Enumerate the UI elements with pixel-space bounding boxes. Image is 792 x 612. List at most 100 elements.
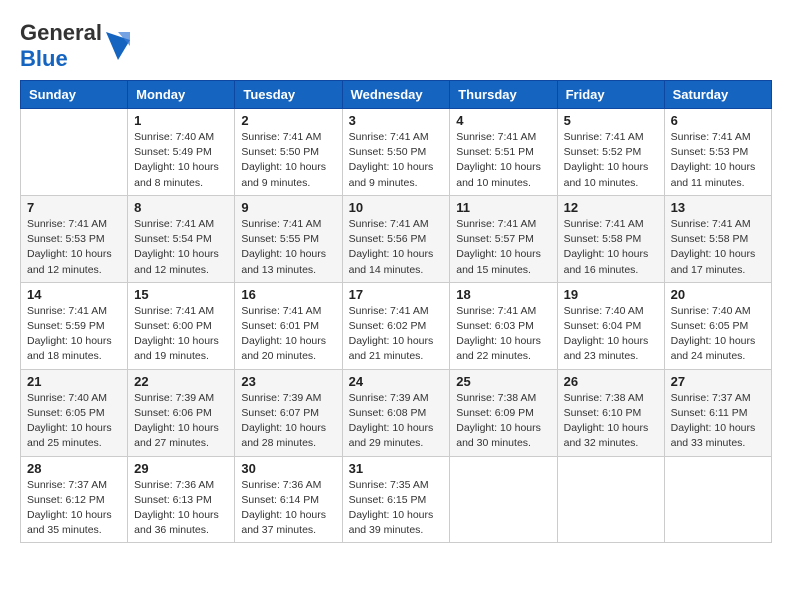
day-info: Sunrise: 7:41 AMSunset: 5:57 PMDaylight:… <box>456 217 550 278</box>
logo-blue: Blue <box>20 46 68 71</box>
day-number: 5 <box>564 113 658 128</box>
day-number: 8 <box>134 200 228 215</box>
day-number: 31 <box>349 461 444 476</box>
calendar-cell: 4Sunrise: 7:41 AMSunset: 5:51 PMDaylight… <box>450 109 557 196</box>
calendar-cell: 2 Sunrise: 7:41 AMSunset: 5:50 PMDaylight… <box>235 109 342 196</box>
day-number: 14 <box>27 287 121 302</box>
day-info: Sunrise: 7:41 AMSunset: 5:50 PMDaylight:… <box>349 130 444 191</box>
week-row-5: 28 Sunrise: 7:37 AMSunset: 6:12 PMDayligh… <box>21 456 772 543</box>
calendar-cell: 31 Sunrise: 7:35 AMSunset: 6:15 PMDayligh… <box>342 456 450 543</box>
calendar-cell: 22 Sunrise: 7:39 AMSunset: 6:06 PMDayligh… <box>128 369 235 456</box>
day-number: 23 <box>241 374 335 389</box>
calendar-cell: 7 Sunrise: 7:41 AMSunset: 5:53 PMDaylight… <box>21 195 128 282</box>
weekday-header-friday: Friday <box>557 81 664 109</box>
day-info: Sunrise: 7:39 AMSunset: 6:06 PMDaylight:… <box>134 391 228 452</box>
day-info: Sunrise: 7:41 AMSunset: 6:01 PMDaylight:… <box>241 304 335 365</box>
calendar-cell: 19 Sunrise: 7:40 AMSunset: 6:04 PMDayligh… <box>557 282 664 369</box>
calendar-cell: 8 Sunrise: 7:41 AMSunset: 5:54 PMDaylight… <box>128 195 235 282</box>
calendar-cell: 16 Sunrise: 7:41 AMSunset: 6:01 PMDayligh… <box>235 282 342 369</box>
day-info: Sunrise: 7:40 AMSunset: 5:49 PMDaylight:… <box>134 130 228 191</box>
calendar-cell: 24 Sunrise: 7:39 AMSunset: 6:08 PMDayligh… <box>342 369 450 456</box>
weekday-header-sunday: Sunday <box>21 81 128 109</box>
day-number: 9 <box>241 200 335 215</box>
calendar-cell: 27 Sunrise: 7:37 AMSunset: 6:11 PMDayligh… <box>664 369 771 456</box>
day-number: 27 <box>671 374 765 389</box>
day-number: 2 <box>241 113 335 128</box>
day-info: Sunrise: 7:41 AMSunset: 5:55 PMDaylight:… <box>241 217 335 278</box>
logo-triangle-icon <box>106 32 130 60</box>
week-row-3: 14 Sunrise: 7:41 AMSunset: 5:59 PMDayligh… <box>21 282 772 369</box>
calendar-cell: 18 Sunrise: 7:41 AMSunset: 6:03 PMDayligh… <box>450 282 557 369</box>
day-number: 13 <box>671 200 765 215</box>
day-number: 18 <box>456 287 550 302</box>
calendar-cell: 5 Sunrise: 7:41 AMSunset: 5:52 PMDaylight… <box>557 109 664 196</box>
calendar-cell: 28 Sunrise: 7:37 AMSunset: 6:12 PMDayligh… <box>21 456 128 543</box>
day-number: 15 <box>134 287 228 302</box>
calendar-cell: 23 Sunrise: 7:39 AMSunset: 6:07 PMDayligh… <box>235 369 342 456</box>
calendar-cell: 25 Sunrise: 7:38 AMSunset: 6:09 PMDayligh… <box>450 369 557 456</box>
calendar-cell <box>450 456 557 543</box>
day-number: 24 <box>349 374 444 389</box>
calendar-cell: 1 Sunrise: 7:40 AMSunset: 5:49 PMDaylight… <box>128 109 235 196</box>
logo-area: General Blue <box>20 20 130 72</box>
weekday-header-row: SundayMondayTuesdayWednesdayThursdayFrid… <box>21 81 772 109</box>
day-number: 12 <box>564 200 658 215</box>
calendar-cell: 11Sunrise: 7:41 AMSunset: 5:57 PMDayligh… <box>450 195 557 282</box>
day-number: 20 <box>671 287 765 302</box>
day-info: Sunrise: 7:41 AMSunset: 5:53 PMDaylight:… <box>671 130 765 191</box>
calendar-cell: 29 Sunrise: 7:36 AMSunset: 6:13 PMDayligh… <box>128 456 235 543</box>
day-number: 22 <box>134 374 228 389</box>
day-info: Sunrise: 7:37 AMSunset: 6:12 PMDaylight:… <box>27 478 121 539</box>
day-number: 7 <box>27 200 121 215</box>
day-info: Sunrise: 7:41 AMSunset: 5:54 PMDaylight:… <box>134 217 228 278</box>
weekday-header-tuesday: Tuesday <box>235 81 342 109</box>
calendar-cell: 6 Sunrise: 7:41 AMSunset: 5:53 PMDaylight… <box>664 109 771 196</box>
day-info: Sunrise: 7:41 AMSunset: 5:53 PMDaylight:… <box>27 217 121 278</box>
day-number: 1 <box>134 113 228 128</box>
day-number: 25 <box>456 374 550 389</box>
calendar-cell: 10Sunrise: 7:41 AMSunset: 5:56 PMDayligh… <box>342 195 450 282</box>
calendar-cell <box>664 456 771 543</box>
day-info: Sunrise: 7:41 AMSunset: 5:58 PMDaylight:… <box>564 217 658 278</box>
day-info: Sunrise: 7:40 AMSunset: 6:05 PMDaylight:… <box>27 391 121 452</box>
calendar-cell: 20 Sunrise: 7:40 AMSunset: 6:05 PMDayligh… <box>664 282 771 369</box>
week-row-2: 7 Sunrise: 7:41 AMSunset: 5:53 PMDaylight… <box>21 195 772 282</box>
day-number: 29 <box>134 461 228 476</box>
day-info: Sunrise: 7:41 AMSunset: 5:52 PMDaylight:… <box>564 130 658 191</box>
week-row-1: 1 Sunrise: 7:40 AMSunset: 5:49 PMDaylight… <box>21 109 772 196</box>
calendar-cell: 17Sunrise: 7:41 AMSunset: 6:02 PMDayligh… <box>342 282 450 369</box>
calendar-cell <box>21 109 128 196</box>
day-info: Sunrise: 7:38 AMSunset: 6:09 PMDaylight:… <box>456 391 550 452</box>
weekday-header-monday: Monday <box>128 81 235 109</box>
day-info: Sunrise: 7:35 AMSunset: 6:15 PMDaylight:… <box>349 478 444 539</box>
day-number: 16 <box>241 287 335 302</box>
day-number: 6 <box>671 113 765 128</box>
day-info: Sunrise: 7:41 AMSunset: 5:50 PMDaylight:… <box>241 130 335 191</box>
calendar-cell: 13 Sunrise: 7:41 AMSunset: 5:58 PMDayligh… <box>664 195 771 282</box>
day-info: Sunrise: 7:41 AMSunset: 6:00 PMDaylight:… <box>134 304 228 365</box>
day-number: 21 <box>27 374 121 389</box>
day-info: Sunrise: 7:39 AMSunset: 6:07 PMDaylight:… <box>241 391 335 452</box>
day-info: Sunrise: 7:38 AMSunset: 6:10 PMDaylight:… <box>564 391 658 452</box>
weekday-header-saturday: Saturday <box>664 81 771 109</box>
day-info: Sunrise: 7:40 AMSunset: 6:04 PMDaylight:… <box>564 304 658 365</box>
day-info: Sunrise: 7:41 AMSunset: 6:03 PMDaylight:… <box>456 304 550 365</box>
calendar-cell: 3Sunrise: 7:41 AMSunset: 5:50 PMDaylight… <box>342 109 450 196</box>
logo-general: General <box>20 20 102 45</box>
calendar-cell: 21 Sunrise: 7:40 AMSunset: 6:05 PMDayligh… <box>21 369 128 456</box>
week-row-4: 21 Sunrise: 7:40 AMSunset: 6:05 PMDayligh… <box>21 369 772 456</box>
calendar-cell: 30Sunrise: 7:36 AMSunset: 6:14 PMDayligh… <box>235 456 342 543</box>
page-container: General Blue SundayMondayTuesdayWednesda… <box>20 20 772 543</box>
day-info: Sunrise: 7:37 AMSunset: 6:11 PMDaylight:… <box>671 391 765 452</box>
day-info: Sunrise: 7:36 AMSunset: 6:14 PMDaylight:… <box>241 478 335 539</box>
day-info: Sunrise: 7:39 AMSunset: 6:08 PMDaylight:… <box>349 391 444 452</box>
calendar-cell: 26Sunrise: 7:38 AMSunset: 6:10 PMDayligh… <box>557 369 664 456</box>
day-info: Sunrise: 7:40 AMSunset: 6:05 PMDaylight:… <box>671 304 765 365</box>
day-number: 28 <box>27 461 121 476</box>
day-info: Sunrise: 7:41 AMSunset: 5:59 PMDaylight:… <box>27 304 121 365</box>
day-info: Sunrise: 7:36 AMSunset: 6:13 PMDaylight:… <box>134 478 228 539</box>
day-info: Sunrise: 7:41 AMSunset: 5:58 PMDaylight:… <box>671 217 765 278</box>
day-number: 19 <box>564 287 658 302</box>
calendar-cell: 15 Sunrise: 7:41 AMSunset: 6:00 PMDayligh… <box>128 282 235 369</box>
header: General Blue <box>20 20 772 72</box>
